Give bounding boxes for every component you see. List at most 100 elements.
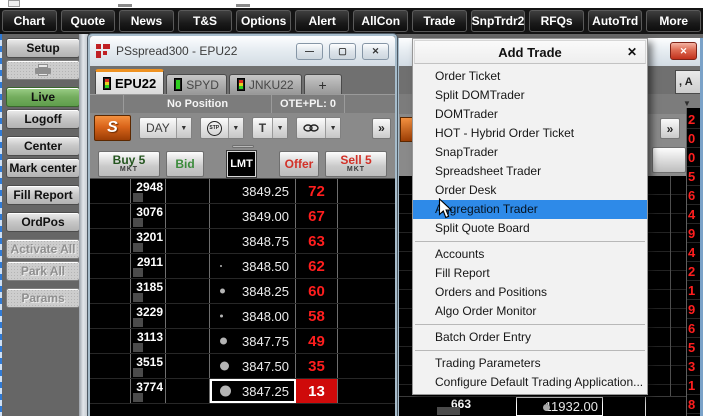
order-cell[interactable]: [338, 229, 395, 253]
order-cell[interactable]: [90, 229, 131, 253]
volume-cell[interactable]: 3229: [131, 304, 166, 328]
order-cell[interactable]: [338, 304, 395, 328]
bid-qty-cell[interactable]: [166, 179, 210, 203]
price-cell[interactable]: 3847.50: [210, 354, 296, 378]
link-dropdown[interactable]: ▼: [296, 117, 341, 139]
background-last-trade-row[interactable]: 663 11932.00: [399, 396, 703, 416]
menu-item-trading-parameters[interactable]: Trading Parameters: [413, 354, 647, 373]
volume-cell[interactable]: 2948: [131, 179, 166, 203]
volume-cell[interactable]: 3774: [131, 379, 166, 403]
price-cell[interactable]: 3849.00: [210, 204, 296, 228]
bid-qty-cell[interactable]: [166, 254, 210, 278]
tab-jnku22[interactable]: JNKU22: [229, 74, 302, 94]
stellar-logo-button[interactable]: S: [94, 115, 131, 141]
order-cell[interactable]: [338, 354, 395, 378]
price-cell[interactable]: 11932.00: [516, 397, 603, 416]
bid-qty-cell[interactable]: [166, 279, 210, 303]
stop-type-dropdown[interactable]: STP ▼: [200, 117, 244, 139]
ask-qty-cell[interactable]: 62: [296, 254, 338, 278]
menu-quote[interactable]: Quote: [61, 10, 116, 32]
menu-item-split-quote-board[interactable]: Split Quote Board: [413, 219, 647, 238]
menu-item-fill-report[interactable]: Fill Report: [413, 264, 647, 283]
add-tab-button[interactable]: +: [304, 74, 342, 94]
ask-qty-cell[interactable]: 49: [296, 329, 338, 353]
sidebar-live-button[interactable]: Live: [6, 87, 80, 107]
menu-news[interactable]: News: [119, 10, 174, 32]
price-cell[interactable]: 3848.00: [210, 304, 296, 328]
close-icon[interactable]: ✕: [362, 43, 389, 60]
ask-qty-cell[interactable]: 67: [296, 204, 338, 228]
volume-cell[interactable]: 3076: [131, 204, 166, 228]
order-cell[interactable]: [90, 204, 131, 228]
order-cell[interactable]: [338, 279, 395, 303]
menu-alert[interactable]: Alert: [295, 10, 350, 32]
close-icon[interactable]: ✕: [627, 45, 637, 59]
order-cell[interactable]: [338, 179, 395, 203]
menu-item-orders-and-positions[interactable]: Orders and Positions: [413, 283, 647, 302]
order-cell[interactable]: [90, 279, 131, 303]
sell-button[interactable]: Sell 5 MKT: [325, 151, 387, 177]
ask-qty-cell[interactable]: 72: [296, 179, 338, 203]
menu-chart[interactable]: Chart: [2, 10, 57, 32]
menu-more[interactable]: More: [646, 10, 701, 32]
ask-qty-cell[interactable]: 63: [296, 229, 338, 253]
menu-rfqs[interactable]: RFQs: [529, 10, 584, 32]
chevron-down-icon[interactable]: ▼: [683, 99, 691, 108]
ask-qty-cell[interactable]: 35: [296, 354, 338, 378]
price-cell[interactable]: 3847.75: [210, 329, 296, 353]
sidebar-print-button[interactable]: [6, 60, 80, 80]
menu-item-domtrader[interactable]: DOMTrader: [413, 105, 647, 124]
menu-item-hot-hybrid-order-ticket[interactable]: HOT - Hybrid Order Ticket: [413, 124, 647, 143]
order-cell[interactable]: [90, 304, 131, 328]
order-cell[interactable]: [338, 204, 395, 228]
volume-cell[interactable]: 2911: [131, 254, 166, 278]
price-cell[interactable]: 3848.75: [210, 229, 296, 253]
background-button-fragment[interactable]: [652, 147, 686, 173]
sidebar-center-button[interactable]: Center: [6, 136, 80, 156]
price-cell[interactable]: 3847.25: [210, 379, 296, 403]
minimize-icon[interactable]: —: [296, 43, 323, 60]
order-cell[interactable]: [90, 179, 131, 203]
context-menu-header[interactable]: Add Trade ✕: [414, 40, 646, 64]
window-titlebar[interactable]: PSspread300 - EPU22 — ▢ ✕: [90, 36, 395, 66]
price-cell[interactable]: 3848.25: [210, 279, 296, 303]
order-cell[interactable]: [90, 329, 131, 353]
close-icon[interactable]: ✕: [670, 42, 697, 60]
menu-autotrd[interactable]: AutoTrd: [588, 10, 643, 32]
order-cell[interactable]: [90, 379, 131, 403]
menu-item-configure-default-trading-application[interactable]: Configure Default Trading Application...: [413, 373, 647, 392]
menu-item-order-ticket[interactable]: Order Ticket: [413, 67, 647, 86]
sidebar-fill-report-button[interactable]: Fill Report: [6, 185, 80, 205]
menu-item-spreadsheet-trader[interactable]: Spreadsheet Trader: [413, 162, 647, 181]
order-type-indicator[interactable]: LMT: [227, 151, 256, 177]
bid-qty-cell[interactable]: [166, 229, 210, 253]
order-cell[interactable]: [338, 329, 395, 353]
bid-qty-cell[interactable]: [166, 204, 210, 228]
sidebar-setup-button[interactable]: Setup: [6, 38, 80, 58]
menu-allcon[interactable]: AllCon: [353, 10, 408, 32]
menu-options[interactable]: Options: [236, 10, 291, 32]
menu-item-batch-order-entry[interactable]: Batch Order Entry: [413, 328, 647, 347]
duration-dropdown[interactable]: DAY ▼: [139, 117, 192, 139]
bid-qty-cell[interactable]: [166, 354, 210, 378]
background-window-tab-fragment[interactable]: , A: [675, 70, 703, 94]
ask-qty-cell[interactable]: 60: [296, 279, 338, 303]
bid-qty-cell[interactable]: [166, 304, 210, 328]
bid-qty-cell[interactable]: [166, 329, 210, 353]
sidebar-ordpos-button[interactable]: OrdPos: [6, 212, 80, 232]
order-cell[interactable]: [338, 379, 395, 403]
toolbar-expand-button[interactable]: »: [372, 118, 391, 139]
menu-snptrdr2[interactable]: SnpTrdr2: [471, 10, 526, 32]
price-cell[interactable]: 3848.50: [210, 254, 296, 278]
menu-ts[interactable]: T&S: [178, 10, 233, 32]
volume-cell[interactable]: 3515: [131, 354, 166, 378]
tab-spyd[interactable]: SPYD: [166, 74, 227, 94]
order-cell[interactable]: [90, 354, 131, 378]
bid-qty-cell[interactable]: [166, 379, 210, 403]
ask-qty-cell[interactable]: 13: [296, 379, 338, 403]
menu-item-split-domtrader[interactable]: Split DOMTrader: [413, 86, 647, 105]
volume-cell[interactable]: 3185: [131, 279, 166, 303]
menu-trade[interactable]: Trade: [412, 10, 467, 32]
buy-button[interactable]: Buy 5 MKT: [98, 151, 160, 177]
order-cell[interactable]: [338, 254, 395, 278]
